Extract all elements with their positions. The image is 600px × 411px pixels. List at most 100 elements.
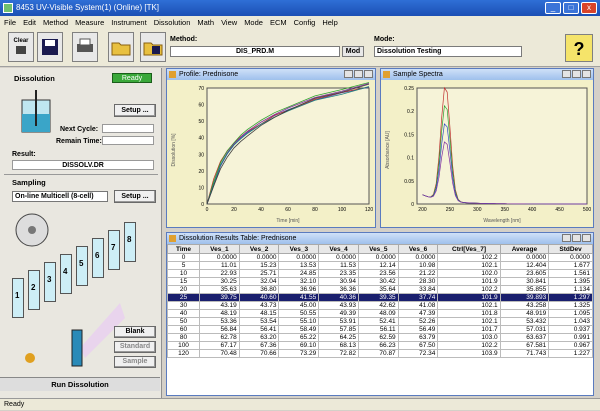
menu-instrument[interactable]: Instrument: [111, 16, 146, 29]
table-cell: 0.0000: [548, 253, 593, 262]
table-cell: 57.85: [318, 325, 359, 334]
mode-select[interactable]: Dissolution Testing: [374, 46, 522, 57]
column-header[interactable]: Ves_4: [318, 244, 359, 254]
table-cell: 102.2: [437, 253, 501, 262]
results-min-button[interactable]: [562, 234, 571, 242]
menu-math[interactable]: Math: [197, 16, 214, 29]
x-tick-label: 200: [418, 207, 427, 213]
table-row[interactable]: 5 11.01 15.23 13.53 11.53 12.14 10.98 102.1 12.4…: [166, 261, 593, 270]
menu-file[interactable]: File: [4, 16, 16, 29]
standard-button[interactable]: Standard: [114, 341, 156, 353]
column-header[interactable]: Ctrl[Ves_7]: [437, 244, 501, 254]
menu-ecm[interactable]: ECM: [270, 16, 287, 29]
table-cell: 63.79: [397, 333, 439, 342]
table-row[interactable]: 10 22.93 25.71 24.85 23.35 23.56 21.22 102.0 23.…: [166, 269, 593, 278]
table-row[interactable]: 100 67.17 67.36 69.10 68.13 66.23 67.50 102.2 67…: [166, 341, 593, 350]
column-header[interactable]: Time: [166, 244, 201, 254]
menu-mode[interactable]: Mode: [244, 16, 263, 29]
spectra-window: Sample Spectra Absorbance [AU] Wavelengt…: [380, 68, 594, 228]
cell-7-label: 7: [111, 243, 116, 252]
y-tick-label: 60: [198, 103, 204, 109]
table-row[interactable]: 50 53.36 53.54 55.10 53.91 52.41 52.26 102.1 53.…: [166, 317, 593, 326]
column-header[interactable]: Ves_2: [238, 244, 280, 254]
table-cell: 10: [166, 269, 201, 278]
table-row[interactable]: 15 30.25 32.04 32.10 30.94 30.42 28.30 101.9 30.…: [166, 277, 593, 286]
method-field[interactable]: DIS_PRD.M: [170, 46, 340, 57]
table-cell: 15.23: [238, 261, 280, 270]
column-header[interactable]: StdDev: [548, 244, 593, 254]
sample-button[interactable]: Sample: [114, 356, 156, 368]
table-row[interactable]: 120 70.48 70.66 73.29 72.82 70.87 72.34 103.9 71…: [166, 349, 593, 358]
table-cell: 43.73: [238, 301, 280, 310]
table-row[interactable]: 40 48.19 48.15 50.55 49.39 48.09 47.39 101.8 48.…: [166, 309, 593, 318]
y-tick-label: 20: [198, 169, 204, 175]
table-cell: 0.0000: [357, 253, 399, 262]
menu-view[interactable]: View: [221, 16, 237, 29]
cell-6-label: 6: [95, 251, 100, 260]
mod-button[interactable]: Mod: [342, 46, 364, 57]
table-cell: 48.09: [357, 309, 399, 318]
y-tick-label: 50: [198, 119, 204, 125]
table-cell: 43.19: [199, 301, 240, 310]
help-button[interactable]: ?: [565, 34, 593, 62]
spectra-titlebar: Sample Spectra: [381, 69, 593, 80]
table-cell: 53.36: [199, 317, 240, 326]
results-close-button[interactable]: [582, 234, 591, 242]
profile-min-button[interactable]: [344, 70, 353, 78]
minimize-button[interactable]: _: [545, 2, 561, 14]
table-cell: 40: [166, 309, 201, 318]
column-header[interactable]: Ves_1: [199, 244, 240, 254]
setup-dissolution-button[interactable]: Setup ...: [114, 104, 156, 117]
table-row[interactable]: 0 0.0000 0.0000 0.0000 0.0000 0.0000 0.0000 102…: [166, 253, 593, 262]
table-cell: 1.095: [548, 309, 593, 318]
column-header[interactable]: Average: [499, 244, 550, 254]
save-folder-button[interactable]: [140, 32, 166, 62]
cell-3-label: 3: [47, 275, 52, 284]
column-header[interactable]: Ves_3: [278, 244, 320, 254]
table-cell: 0.991: [548, 333, 593, 342]
table-row[interactable]: 30 43.19 43.73 45.00 43.93 42.62 41.08 102.1 43.…: [166, 301, 593, 310]
profile-close-button[interactable]: [364, 70, 373, 78]
y-tick-label: 0.25: [404, 86, 414, 92]
cell-1: 1: [12, 278, 24, 318]
results-max-button[interactable]: [572, 234, 581, 242]
menu-measure[interactable]: Measure: [75, 16, 104, 29]
table-cell: 1.043: [548, 317, 593, 326]
table-cell: 32.10: [278, 277, 320, 286]
table-cell: 33.84: [397, 285, 439, 294]
table-row[interactable]: 25 39.75 40.60 41.55 40.36 39.35 37.74 101.9 39.…: [166, 293, 593, 302]
sampling-select[interactable]: On-line Multicell (8-cell): [12, 191, 108, 202]
table-row[interactable]: 80 62.78 63.20 65.22 64.25 62.59 63.79 103.0 63.…: [166, 333, 593, 342]
setup-sampling-button[interactable]: Setup ...: [114, 190, 156, 203]
menu-config[interactable]: Config: [294, 16, 316, 29]
table-cell: 43.93: [318, 301, 359, 310]
blank-button[interactable]: Blank: [114, 326, 156, 338]
table-cell: 39.75: [199, 293, 240, 302]
column-header[interactable]: Ves_5: [357, 244, 399, 254]
table-row[interactable]: 60 56.84 56.41 58.49 57.85 56.11 56.49 101.7 57.…: [166, 325, 593, 334]
menu-dissolution[interactable]: Dissolution: [154, 16, 191, 29]
spectra-chart: Absorbance [AU] Wavelength [nm] 0 0.05 0.1…: [381, 80, 593, 227]
table-cell: 23.35: [318, 269, 359, 278]
maximize-button[interactable]: □: [563, 2, 579, 14]
table-cell: 66.23: [357, 341, 399, 350]
table-row[interactable]: 20 35.63 36.80 36.96 36.36 35.64 33.84 102.2 35.…: [166, 285, 593, 294]
print-button[interactable]: [72, 32, 98, 62]
x-tick-label: 350: [501, 207, 510, 213]
spectra-max-button[interactable]: [572, 70, 581, 78]
menu-method[interactable]: Method: [43, 16, 68, 29]
printer-icon: [77, 38, 93, 52]
menu-help[interactable]: Help: [322, 16, 337, 29]
menu-edit[interactable]: Edit: [23, 16, 36, 29]
profile-max-button[interactable]: [354, 70, 363, 78]
open-folder-button[interactable]: [108, 32, 134, 62]
run-dissolution-button[interactable]: Run Dissolution: [0, 377, 160, 391]
clear-button[interactable]: Clear: [8, 32, 34, 62]
column-header[interactable]: Ves_6: [397, 244, 439, 254]
table-cell: 30.42: [357, 277, 399, 286]
spectra-close-button[interactable]: [582, 70, 591, 78]
close-button[interactable]: x: [581, 2, 597, 14]
cell-2-label: 2: [31, 283, 36, 292]
save-button[interactable]: [37, 32, 63, 62]
spectra-min-button[interactable]: [562, 70, 571, 78]
